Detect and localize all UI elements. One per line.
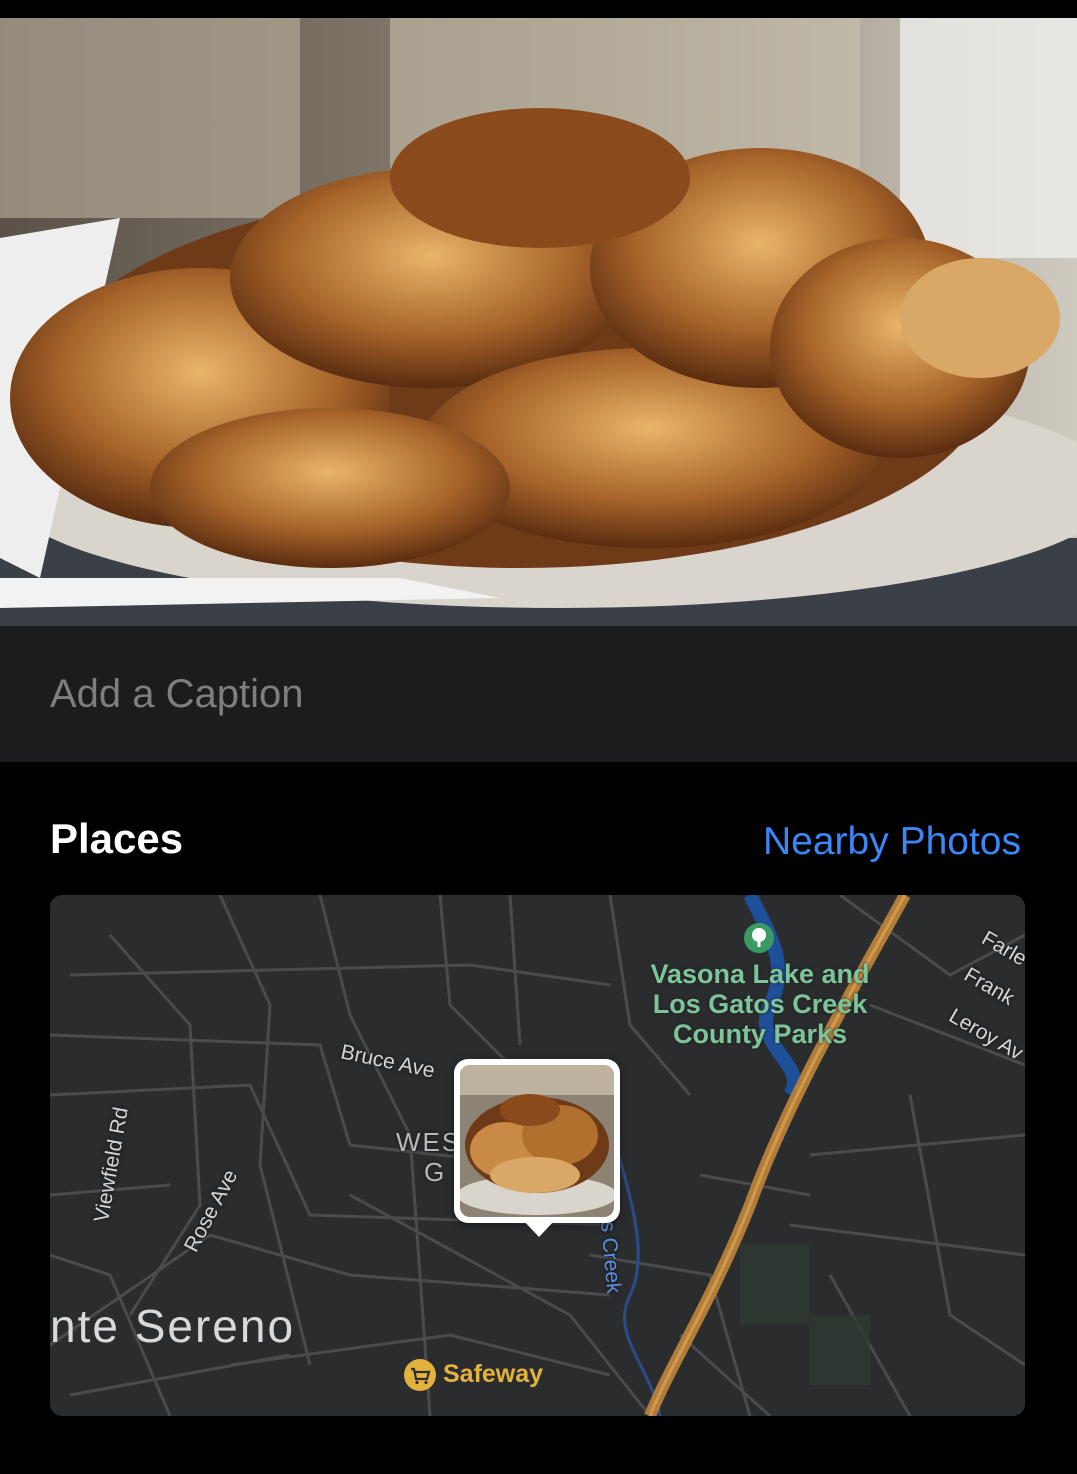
park-label-line3: County Parks <box>672 1019 848 1049</box>
area-label-west-a: WES <box>396 1127 462 1157</box>
park-label-line1: Vasona Lake and <box>650 959 870 989</box>
places-map[interactable]: Bruce Ave Viewfield Rd Rose Ave Farle Fr… <box>50 895 1025 1416</box>
photo-viewer[interactable] <box>0 18 1077 626</box>
pin-thumbnail <box>460 1065 614 1217</box>
park-label[interactable]: Vasona Lake and Los Gatos Creek County P… <box>640 959 880 1049</box>
poi-label-safeway[interactable]: Safeway <box>443 1360 543 1389</box>
shopping-cart-icon <box>404 1359 436 1391</box>
pin-pointer <box>522 1219 556 1237</box>
nearby-photos-link[interactable]: Nearby Photos <box>763 820 1021 864</box>
places-heading: Places <box>50 815 184 862</box>
area-label-west-b: G <box>424 1157 447 1187</box>
caption-bar <box>0 626 1077 762</box>
city-label: nte Sereno <box>50 1300 296 1352</box>
photo-location-pin[interactable] <box>454 1059 620 1237</box>
caption-input[interactable] <box>50 666 1010 722</box>
tree-icon <box>744 923 774 953</box>
park-label-line2: Los Gatos Creek <box>652 989 868 1019</box>
chips-photo <box>0 18 1077 626</box>
